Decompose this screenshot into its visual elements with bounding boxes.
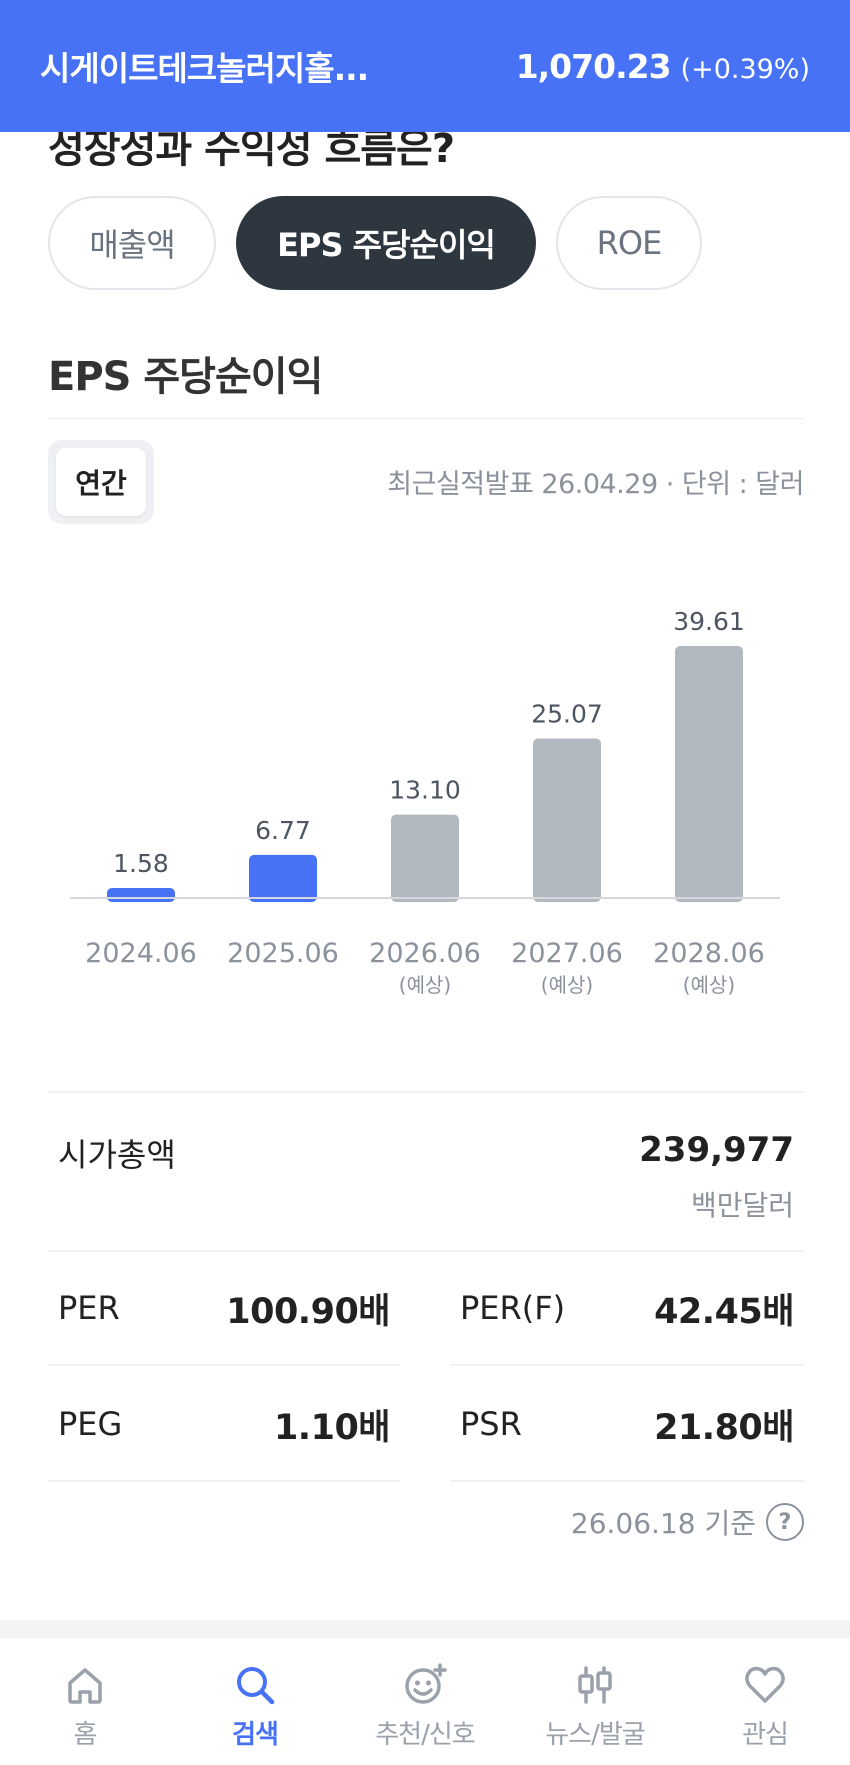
metric-psr-label: PSR [460, 1405, 522, 1443]
nav-home[interactable]: 홈 [10, 1662, 160, 1751]
divider [48, 1091, 804, 1093]
earnings-meta: 최근실적발표 26.04.29 · 단위 : 달러 [387, 469, 804, 500]
metric-per-value: 100.90배 [226, 1291, 390, 1332]
tab-revenue[interactable]: 매출액 [48, 196, 216, 290]
metric-peg-value: 1.10배 [273, 1407, 391, 1448]
chart-bar [249, 854, 317, 902]
tab-roe[interactable]: ROE [556, 196, 702, 290]
market-cap-unit: 백만달러 [690, 1189, 794, 1222]
stock-header[interactable]: 시게이트테크놀러지홀... 1,070.23 (+0.39%) [0, 0, 850, 132]
stock-price: 1,070.23 [515, 46, 672, 86]
metric-tabs: 매출액 EPS 주당순이익 ROE [48, 196, 702, 290]
chart-x-sublabel: (예상) [541, 973, 593, 997]
section-separator [0, 1620, 850, 1638]
metric-per-forward: PER(F) 42.45배 [450, 1252, 804, 1366]
metric-psr-value: 21.80배 [654, 1407, 794, 1448]
bottom-nav: 홈 검색 추천/신호 뉴스/발굴 관심 [0, 1638, 850, 1765]
market-cap-value: 239,977 [639, 1130, 794, 1170]
nav-recommend-label: 추천/신호 [375, 1720, 475, 1750]
chart-bar [391, 814, 459, 902]
divider [48, 418, 804, 419]
chart-bar [533, 738, 601, 902]
chart-value-label: 1.58 [113, 849, 169, 878]
metric-per-forward-value: 42.45배 [654, 1291, 794, 1332]
basis-date: 26.06.18 기준 [570, 1507, 756, 1540]
chart-bar [675, 646, 743, 902]
metric-psr: PSR 21.80배 [450, 1368, 804, 1482]
search-icon [237, 1667, 275, 1705]
period-annual-button[interactable]: 연간 [56, 448, 146, 516]
nav-recommend[interactable]: 추천/신호 [350, 1662, 500, 1751]
eps-bar-chart: 1.58 2024.06 6.77 2025.06 13.10 2026.06 (예상) 25… [70, 607, 780, 997]
metric-per-label: PER [58, 1289, 120, 1327]
nav-search-label: 검색 [232, 1720, 279, 1750]
nav-news-label: 뉴스/발굴 [545, 1720, 645, 1750]
help-icon[interactable]: ? [766, 1503, 804, 1541]
nav-search[interactable]: 검색 [180, 1662, 330, 1751]
metric-peg: PEG 1.10배 [48, 1368, 400, 1482]
chart-x-tick: 2025.06 [227, 938, 339, 969]
chart-x-tick: 2028.06 [653, 938, 765, 969]
chart-x-tick: 2027.06 [511, 938, 623, 969]
chart-bar [107, 887, 175, 902]
smile-sparkle-icon [405, 1663, 447, 1704]
home-icon [68, 1668, 102, 1704]
chart-value-label: 25.07 [531, 700, 603, 729]
candlestick-icon [578, 1666, 612, 1704]
metric-peg-label: PEG [58, 1405, 123, 1443]
chart-value-label: 39.61 [673, 607, 745, 636]
market-cap-label: 시가총액 [58, 1136, 176, 1174]
chart-value-label: 13.10 [389, 776, 461, 805]
nav-home-label: 홈 [73, 1720, 98, 1750]
price-block: 1,070.23 (+0.39%) [516, 47, 810, 86]
nav-favorites[interactable]: 관심 [690, 1662, 840, 1751]
nav-news[interactable]: 뉴스/발굴 [520, 1662, 670, 1751]
chart-x-sublabel: (예상) [683, 973, 735, 997]
stock-name: 시게이트테크놀러지홀... [40, 49, 369, 88]
chart-x-tick: 2026.06 [369, 938, 481, 969]
price-change: (+0.39%) [680, 53, 810, 85]
nav-favorites-label: 관심 [742, 1720, 789, 1750]
chart-x-sublabel: (예상) [399, 973, 451, 997]
tab-eps[interactable]: EPS 주당순이익 [236, 196, 536, 290]
chart-value-label: 6.77 [255, 816, 311, 845]
data-basis: 26.06.18 기준 ? [571, 1502, 804, 1542]
metric-per: PER 100.90배 [48, 1252, 400, 1366]
stock-detail-content: 성장성과 수익성 흐름은? 매출액 EPS 주당순이익 ROE EPS 주당순이… [0, 0, 850, 1765]
chart-x-tick: 2024.06 [85, 938, 197, 969]
heart-icon [745, 1666, 785, 1703]
period-toggle: 연간 [48, 440, 154, 524]
chart-title: EPS 주당순이익 [48, 354, 323, 400]
metric-per-forward-label: PER(F) [460, 1289, 566, 1327]
